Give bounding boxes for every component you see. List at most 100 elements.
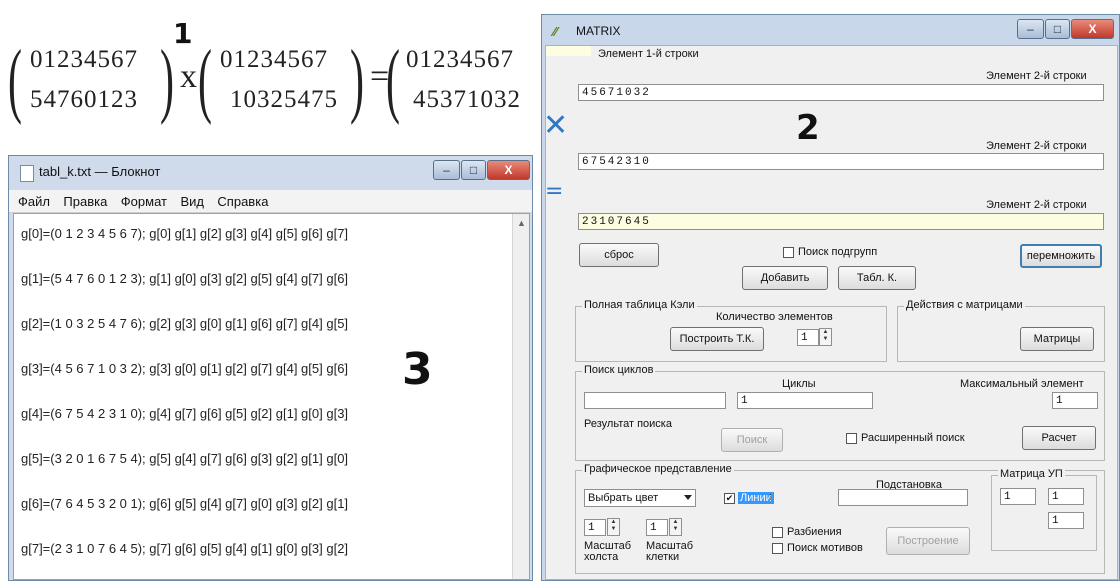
open-paren: ( bbox=[198, 33, 212, 126]
times-icon: ✕ bbox=[543, 108, 569, 143]
result-perm-bottom: 45371032 bbox=[413, 86, 521, 113]
reset-button[interactable]: сброс bbox=[579, 243, 659, 267]
notepad-title: tabl_k.txt — Блокнот bbox=[39, 164, 161, 179]
text-line: g[0]=(0 1 2 3 4 5 6 7); g[0] g[1] g[2] g… bbox=[21, 226, 349, 241]
text-line: g[3]=(4 5 6 7 1 0 3 2); g[3] g[0] g[1] g… bbox=[21, 361, 349, 376]
right-perm-top: 01234567 bbox=[220, 46, 328, 73]
cycles-input[interactable]: 1 bbox=[737, 392, 873, 409]
matrices-button[interactable]: Матрицы bbox=[1020, 327, 1094, 351]
menu-format[interactable]: Формат bbox=[121, 194, 167, 209]
cell-scale-spinner[interactable]: ▲ ▼ bbox=[669, 518, 682, 536]
minimize-button[interactable]: – bbox=[1017, 19, 1044, 39]
open-paren: ( bbox=[386, 33, 400, 126]
add-button[interactable]: Добавить bbox=[742, 266, 828, 290]
menu-view[interactable]: Вид bbox=[180, 194, 204, 209]
motif-search-label: Поиск мотивов bbox=[787, 542, 863, 554]
label-2: 2 bbox=[796, 108, 820, 148]
matrix-up-title: Матрица УП bbox=[998, 468, 1065, 480]
maximize-button[interactable]: □ bbox=[461, 160, 486, 180]
motif-search-checkbox[interactable] bbox=[772, 543, 783, 554]
close-button[interactable]: X bbox=[487, 160, 530, 180]
result-perm-top: 01234567 bbox=[406, 46, 514, 73]
matrix-up-cell-2[interactable]: 1 bbox=[1048, 488, 1084, 505]
partitions-label: Разбиения bbox=[787, 526, 842, 538]
multiply-button[interactable]: перемножить bbox=[1020, 244, 1102, 268]
search-result-label: Результат поиска bbox=[584, 418, 672, 430]
notepad-text-area[interactable]: g[0]=(0 1 2 3 4 5 6 7); g[0] g[1] g[2] g… bbox=[13, 213, 530, 580]
left-perm-top: 01234567 bbox=[30, 46, 138, 73]
menu-edit[interactable]: Правка bbox=[63, 194, 107, 209]
cayley-table-group: Полная таблица Кэли Количество элементов… bbox=[575, 299, 887, 362]
row1-label: Элемент 1-й строки bbox=[598, 48, 699, 60]
lines-spinner-icon[interactable]: ⁝ bbox=[769, 492, 772, 503]
substitution-input[interactable] bbox=[838, 489, 968, 506]
cycle-search-group: Поиск циклов Циклы Максимальный элемент … bbox=[575, 364, 1105, 461]
text-line: g[7]=(2 3 1 0 7 6 4 5); g[7] g[6] g[5] g… bbox=[21, 541, 349, 556]
matrix-up-cell-1[interactable]: 1 bbox=[1000, 488, 1036, 505]
right-perm-bottom: 10325475 bbox=[230, 86, 338, 113]
subgroup-search-checkbox[interactable] bbox=[783, 247, 794, 258]
text-line: g[4]=(6 7 5 4 2 3 1 0); g[4] g[7] g[6] g… bbox=[21, 406, 349, 421]
highlight-swatch bbox=[546, 46, 591, 56]
open-paren: ( bbox=[8, 33, 22, 126]
table-k-button[interactable]: Табл. К. bbox=[838, 266, 916, 290]
max-element-input[interactable]: 1 bbox=[1052, 392, 1098, 409]
result-permutation-output[interactable]: 23107645 bbox=[578, 213, 1104, 230]
element-count-spinner[interactable]: ▲ ▼ bbox=[819, 328, 832, 346]
equals-icon: = bbox=[545, 179, 564, 204]
element-count-input[interactable]: 1 bbox=[797, 329, 819, 346]
matrix-up-cell-3[interactable]: 1 bbox=[1048, 512, 1084, 529]
row2-label-b: Элемент 2-й строки bbox=[986, 140, 1087, 152]
canvas-scale-input[interactable]: 1 bbox=[584, 519, 606, 536]
build-button[interactable]: Построение bbox=[886, 527, 970, 555]
partitions-checkbox[interactable] bbox=[772, 527, 783, 538]
vertical-scrollbar[interactable]: ▲ bbox=[512, 214, 529, 579]
menu-file[interactable]: Файл bbox=[18, 194, 50, 209]
build-cayley-button[interactable]: Построить Т.К. bbox=[670, 327, 764, 351]
notepad-icon bbox=[20, 165, 34, 182]
text-line: g[6]=(7 6 4 5 3 2 0 1); g[6] g[5] g[4] g… bbox=[21, 496, 349, 511]
choose-color-dropdown[interactable]: Выбрать цвет bbox=[584, 489, 696, 507]
matrix-title: MATRIX bbox=[576, 24, 621, 38]
row2-label-c: Элемент 2-й строки bbox=[986, 199, 1087, 211]
canvas-scale-spinner[interactable]: ▲ ▼ bbox=[607, 518, 620, 536]
graphic-representation-group: Графическое представление Выбрать цвет ✔… bbox=[575, 463, 1105, 574]
close-paren: ) bbox=[160, 33, 174, 126]
choose-color-value: Выбрать цвет bbox=[588, 492, 659, 504]
cycle-input[interactable] bbox=[584, 392, 726, 409]
close-paren: ) bbox=[350, 33, 364, 126]
matrix-up-group: Матрица УП 1 1 1 bbox=[991, 468, 1097, 551]
text-line: g[5]=(3 2 0 1 6 7 5 4); g[5] g[4] g[7] g… bbox=[21, 451, 349, 466]
notepad-titlebar[interactable]: tabl_k.txt — Блокнот – □ X bbox=[9, 156, 532, 190]
subgroup-search-label: Поиск подгрупп bbox=[798, 246, 878, 258]
close-button[interactable]: X bbox=[1071, 19, 1114, 39]
minimize-button[interactable]: – bbox=[433, 160, 460, 180]
scroll-up-icon[interactable]: ▲ bbox=[517, 218, 526, 228]
chevron-down-icon bbox=[684, 495, 692, 500]
text-line: g[2]=(1 0 3 2 5 4 7 6); g[2] g[3] g[0] g… bbox=[21, 316, 349, 331]
second-permutation-input[interactable]: 67542310 bbox=[578, 153, 1104, 170]
maximize-button[interactable]: □ bbox=[1045, 19, 1070, 39]
extended-search-label: Расширенный поиск bbox=[861, 432, 965, 444]
left-perm-bottom: 54760123 bbox=[30, 86, 138, 113]
element-count-label: Количество элементов bbox=[716, 311, 833, 323]
calculate-button[interactable]: Расчет bbox=[1022, 426, 1096, 450]
extended-search-checkbox[interactable] bbox=[846, 433, 857, 444]
matrix-window: ⁄⁄ MATRIX – □ X Элемент 1-й строки Элеме… bbox=[541, 14, 1120, 581]
menu-help[interactable]: Справка bbox=[217, 194, 268, 209]
graphic-group-title: Графическое представление bbox=[582, 463, 734, 475]
label-3: 3 bbox=[402, 344, 433, 395]
matrix-titlebar[interactable]: ⁄⁄ MATRIX – □ X bbox=[542, 15, 1119, 45]
canvas-scale-label: Масштаб холста bbox=[584, 540, 632, 563]
search-button[interactable]: Поиск bbox=[721, 428, 783, 452]
text-line: g[1]=(5 4 7 6 0 1 2 3); g[1] g[0] g[3] g… bbox=[21, 271, 349, 286]
cell-scale-label: Масштаб клетки bbox=[646, 540, 694, 563]
notepad-menubar: Файл Правка Формат Вид Справка bbox=[9, 190, 532, 213]
first-permutation-input[interactable]: 45671032 bbox=[578, 84, 1104, 101]
max-element-label: Максимальный элемент bbox=[960, 378, 1084, 390]
cell-scale-input[interactable]: 1 bbox=[646, 519, 668, 536]
cycle-search-title: Поиск циклов bbox=[582, 364, 656, 376]
lines-checkbox[interactable]: ✔ bbox=[724, 493, 735, 504]
matrix-actions-group: Действия с матрицами Матрицы bbox=[897, 299, 1105, 362]
label-1: 1 bbox=[173, 17, 193, 50]
